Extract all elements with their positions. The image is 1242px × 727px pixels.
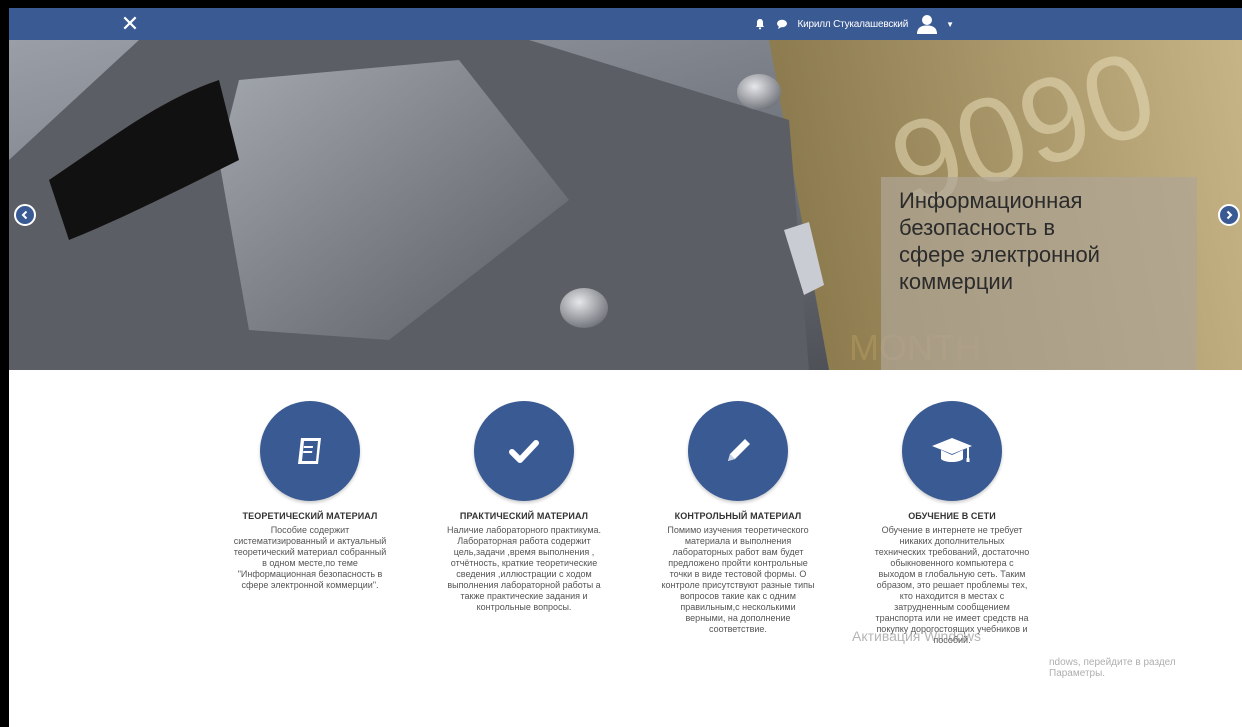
feature-description: Помимо изучения теоретического материала… <box>661 525 815 634</box>
hero-carousel: 9090 MONTH Информационная безопасность в… <box>9 40 1242 370</box>
feature-icon-circle[interactable] <box>902 401 1002 501</box>
feature-description: Пособие содержит систематизированный и а… <box>233 525 387 590</box>
feature-control: КОНТРОЛЬНЫЙ МАТЕРИАЛ Помимо изучения тео… <box>631 401 845 721</box>
chevron-right-icon <box>1226 210 1233 220</box>
feature-icon-circle[interactable] <box>474 401 574 501</box>
user-name-link[interactable]: Кирилл Стукалашевский <box>797 19 908 30</box>
carousel-prev-button[interactable] <box>14 204 36 226</box>
chat-icon[interactable] <box>775 17 789 31</box>
feature-title: ТЕОРЕТИЧЕСКИЙ МАТЕРИАЛ <box>242 511 378 521</box>
user-avatar-icon[interactable] <box>916 13 938 35</box>
feature-theory: ТЕОРЕТИЧЕСКИЙ МАТЕРИАЛ Пособие содержит … <box>203 401 417 721</box>
close-icon[interactable]: ✕ <box>117 11 143 37</box>
feature-online: ОБУЧЕНИЕ В СЕТИ Обучение в интернете не … <box>845 401 1059 721</box>
feature-icon-circle[interactable] <box>688 401 788 501</box>
chevron-left-icon <box>21 210 28 220</box>
windows-activation-watermark: Активация Windows <box>852 628 982 644</box>
user-area: Кирилл Стукалашевский ▼ <box>753 8 954 40</box>
features-section: ТЕОРЕТИЧЕСКИЙ МАТЕРИАЛ Пособие содержит … <box>203 401 1073 721</box>
feature-title: ПРАКТИЧЕСКИЙ МАТЕРИАЛ <box>459 511 589 521</box>
bell-icon[interactable] <box>753 17 767 31</box>
caret-down-icon[interactable]: ▼ <box>946 20 954 29</box>
feature-title: ОБУЧЕНИЕ В СЕТИ <box>908 511 996 521</box>
windows-activation-watermark-detail: ndows, перейдите в раздел Параметры. <box>1049 657 1176 679</box>
hero-caption-box: Информационная безопасность в сфере элек… <box>881 177 1197 370</box>
page-frame: ✕ Кирилл Стукалашевский ▼ 9090 Информаци… <box>9 8 1242 727</box>
graduation-cap-icon <box>932 438 972 462</box>
top-navbar: ✕ Кирилл Стукалашевский ▼ <box>9 8 1242 40</box>
feature-title: КОНТРОЛЬНЫЙ МАТЕРИАЛ <box>674 511 802 521</box>
book-icon <box>298 438 321 464</box>
feature-practice: ПРАКТИЧЕСКИЙ МАТЕРИАЛ Наличие лабораторн… <box>417 401 631 721</box>
feature-description: Наличие лабораторного практикума. Лабора… <box>446 525 602 612</box>
feature-icon-circle[interactable] <box>260 401 360 501</box>
carousel-next-button[interactable] <box>1218 204 1240 226</box>
hero-caption: Информационная безопасность в сфере элек… <box>899 188 1100 294</box>
checkmark-icon <box>509 440 539 463</box>
pencil-icon <box>728 439 750 461</box>
